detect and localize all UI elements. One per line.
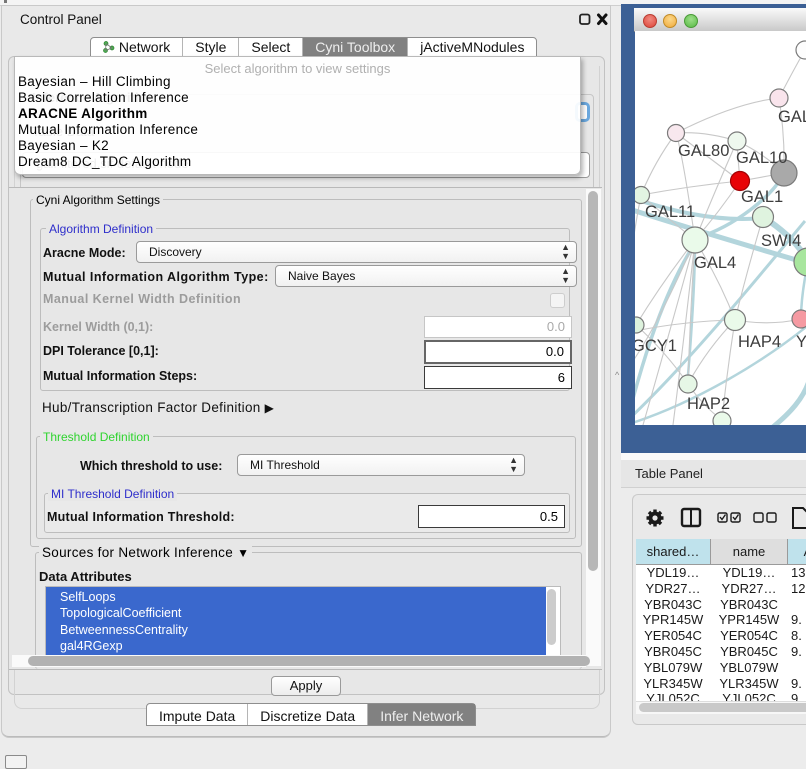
- svg-text:GCY1: GCY1: [635, 337, 677, 355]
- svg-text:HAP4: HAP4: [738, 333, 781, 351]
- svg-text:Y: Y: [796, 333, 806, 351]
- svg-text:GAL10: GAL10: [736, 149, 787, 167]
- svg-text:GAL: GAL: [778, 108, 806, 126]
- svg-text:SWI4: SWI4: [761, 232, 801, 250]
- svg-text:GAL11: GAL11: [645, 203, 695, 221]
- svg-text:GAL4: GAL4: [694, 254, 736, 272]
- svg-text:GAL80: GAL80: [678, 142, 729, 160]
- svg-text:GAL1: GAL1: [741, 188, 783, 206]
- svg-text:HAP2: HAP2: [687, 395, 730, 413]
